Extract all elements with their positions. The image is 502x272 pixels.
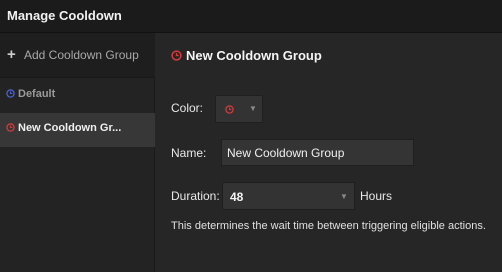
duration-value: 48 [230,190,244,204]
name-field[interactable] [221,139,414,166]
chevron-down-icon: ▼ [249,104,257,113]
duration-dropdown[interactable]: 48 ▼ [222,182,355,210]
clock-icon [171,50,182,61]
name-label: Name: [171,146,207,160]
editor-title: New Cooldown Group [186,48,322,63]
editor-panel: New Cooldown Group Color: ▼ Name: Durati… [155,33,502,272]
duration-unit-label: Hours [360,189,393,203]
duration-help-text: This determines the wait time between tr… [171,220,486,232]
clock-icon [6,123,15,132]
sidebar-item-default[interactable]: Default [0,79,155,113]
sidebar: + Add Cooldown Group Default New Cooldow… [0,33,155,272]
color-dropdown[interactable]: ▼ [215,95,263,123]
sidebar-item-label: New Cooldown Gr... [18,122,122,134]
clock-icon [6,89,15,98]
chevron-down-icon: ▼ [340,192,348,201]
sidebar-item-new-cooldown-group[interactable]: New Cooldown Gr... [0,113,155,147]
sidebar-item-label: Default [18,88,56,100]
plus-icon: + [7,46,16,63]
add-cooldown-group-button[interactable]: + Add Cooldown Group [0,33,155,78]
color-label: Color: [171,101,204,115]
add-cooldown-group-label: Add Cooldown Group [24,48,139,62]
window-title: Manage Cooldown [7,8,122,23]
clock-icon [225,105,234,114]
window-title-bar: Manage Cooldown [0,0,502,33]
duration-label: Duration: [171,189,220,203]
